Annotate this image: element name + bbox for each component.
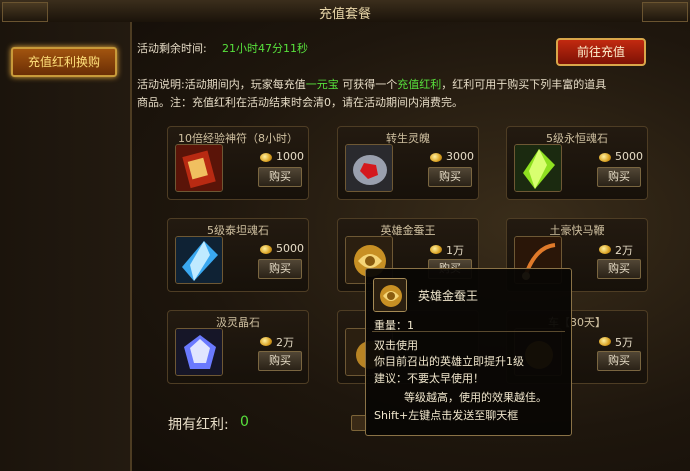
desc-part-2: 可获得一个	[342, 78, 398, 91]
countdown-label: 活动剩余时间:	[137, 42, 207, 55]
coin-icon	[599, 337, 611, 346]
buy-button[interactable]: 购买	[258, 167, 302, 187]
desc-highlight-bonus: 充值红利	[397, 78, 442, 91]
item-price: 5000	[276, 242, 304, 255]
desc-highlight-yuanbao: 一元宝	[305, 78, 339, 91]
coin-icon	[599, 245, 611, 254]
item-price: 3000	[446, 150, 474, 163]
window-title: 充值套餐	[318, 7, 371, 22]
tooltip-item-name: 英雄金蚕王	[418, 289, 479, 303]
purple-gem-icon[interactable]	[175, 328, 223, 376]
item-card[interactable]: 转生灵魄 3000 购买	[337, 126, 479, 200]
green-crystal-icon[interactable]	[514, 144, 562, 192]
buy-button[interactable]: 购买	[428, 167, 472, 187]
item-price: 1000	[276, 150, 304, 163]
item-price: 2万	[615, 244, 633, 257]
coin-icon	[430, 153, 442, 162]
item-price: 5万	[615, 336, 633, 349]
tooltip-effect: 你目前召出的英雄立即提升1级	[374, 355, 524, 368]
buy-button[interactable]: 购买	[597, 259, 641, 279]
description-line-2: 商品。注：充值红利在活动结束时会清0，请在活动期间内消费完。	[137, 96, 463, 109]
countdown-value: 21小时47分11秒	[222, 42, 308, 55]
item-card[interactable]: 5级永恒魂石 5000 购买	[506, 126, 648, 200]
tooltip-hint: Shift+左键点击发送至聊天框	[374, 409, 519, 422]
desc-part-1: 活动期间内，玩家每充值	[184, 78, 306, 91]
tooltip-advice: 建议：不要太早使用！	[374, 372, 484, 385]
tooltip-advice-2: 等级越高，使用的效果越佳。	[404, 391, 547, 404]
coin-icon	[260, 337, 272, 346]
desc-label: 活动说明:	[137, 78, 185, 91]
sidebar: 充值红利换购	[0, 22, 132, 471]
coin-icon	[260, 245, 272, 254]
item-price: 1万	[446, 244, 464, 257]
item-card[interactable]: 5级泰坦魂石 5000 购买	[167, 218, 309, 292]
buy-button[interactable]: 购买	[258, 351, 302, 371]
recharge-window: 充值套餐 充值红利换购 活动剩余时间: 21小时47分11秒 前往充值 活动说明…	[0, 0, 690, 471]
item-price: 2万	[276, 336, 294, 349]
buy-button[interactable]: 购买	[597, 351, 641, 371]
sidebar-bonus-exchange-button[interactable]: 充值红利换购	[11, 47, 117, 77]
item-price: 5000	[615, 150, 643, 163]
go-topup-button[interactable]: 前往充值	[556, 38, 646, 66]
desc-part-3: ，红利可用于购买下列丰富的道具	[441, 78, 607, 91]
item-card[interactable]: 汲灵晶石 2万 购买	[167, 310, 309, 384]
coin-icon	[599, 153, 611, 162]
coin-icon	[260, 153, 272, 162]
tooltip-divider	[372, 331, 565, 332]
tooltip-usage: 双击使用	[374, 339, 418, 352]
title-bar: 充值套餐	[0, 0, 690, 23]
buy-button[interactable]: 购买	[597, 167, 641, 187]
buy-button[interactable]: 购买	[258, 259, 302, 279]
red-scroll-icon[interactable]	[175, 144, 223, 192]
blue-crystal-icon[interactable]	[175, 236, 223, 284]
item-card[interactable]: 10倍经验神符（8小时） 1000 购买	[167, 126, 309, 200]
coin-icon	[430, 245, 442, 254]
bonus-value: 0	[240, 414, 249, 430]
tooltip-golden-silkworm-icon	[373, 278, 407, 312]
item-tooltip: 英雄金蚕王 重量：1 双击使用 你目前召出的英雄立即提升1级 建议：不要太早使用…	[365, 268, 572, 436]
description-line-1: 活动说明:活动期间内，玩家每充值一元宝 可获得一个充值红利，红利可用于购买下列丰…	[137, 76, 606, 92]
bonus-label: 拥有红利:	[168, 417, 229, 433]
red-soul-stone-icon[interactable]	[345, 144, 393, 192]
